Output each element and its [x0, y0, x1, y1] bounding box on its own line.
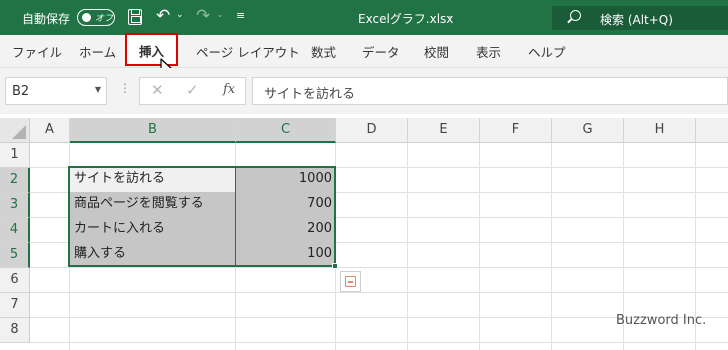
redo-icon[interactable]: ↷ — [196, 6, 210, 26]
save-icon[interactable] — [128, 9, 142, 25]
formula-bar-resize-icon[interactable]: ⋮ — [119, 81, 131, 95]
column-header-f[interactable]: F — [480, 118, 552, 143]
column-header-b[interactable]: B — [70, 118, 236, 143]
tab-page-layout[interactable]: ページ レイアウト — [196, 42, 300, 61]
row-header-7[interactable]: 7 — [0, 293, 30, 318]
toggle-knob — [82, 13, 91, 22]
column-header-e[interactable]: E — [408, 118, 480, 143]
formula-bar: B2 ▼ ⋮ ✕ ✓ fx サイトを訪れる — [0, 68, 728, 114]
tab-file[interactable]: ファイル — [12, 42, 62, 61]
cancel-icon[interactable]: ✕ — [151, 81, 164, 99]
row-header-8[interactable]: 8 — [0, 318, 30, 343]
selection-divider — [235, 166, 236, 267]
file-title-dropdown-icon[interactable]: ⌄ — [445, 11, 453, 21]
autosave-state: オフ — [95, 14, 114, 24]
quick-analysis-icon — [345, 276, 356, 287]
redo-dropdown-icon[interactable]: ⌄ — [216, 10, 224, 20]
row-header-3[interactable]: 3 — [0, 193, 30, 218]
cell-b2[interactable]: サイトを訪れる — [70, 167, 236, 192]
quick-analysis-button[interactable] — [340, 271, 361, 292]
gridline — [479, 143, 480, 350]
gridline — [407, 143, 408, 350]
row-header-1[interactable]: 1 — [0, 143, 30, 168]
undo-dropdown-icon[interactable]: ⌄ — [176, 10, 184, 20]
row-header-5[interactable]: 5 — [0, 243, 30, 268]
formula-buttons: ✕ ✓ fx — [139, 77, 246, 105]
row-header-4[interactable]: 4 — [0, 218, 30, 243]
cell-c4[interactable]: 200 — [236, 217, 336, 242]
formula-value: サイトを訪れる — [264, 87, 356, 102]
autosave-toggle[interactable]: オフ — [77, 9, 115, 26]
search-label: 検索 (Alt+Q) — [600, 13, 673, 27]
tab-help[interactable]: ヘルプ — [528, 42, 566, 61]
cell-b5[interactable]: 購入する — [70, 242, 236, 267]
name-box[interactable]: B2 ▼ — [5, 77, 107, 105]
ribbon-tabs: ファイル ホーム 挿入 ページ レイアウト 数式 データ 校閲 表示 ヘルプ — [0, 33, 728, 68]
column-header-c[interactable]: C — [236, 118, 336, 143]
select-all-corner[interactable] — [0, 118, 30, 143]
cell-b3[interactable]: 商品ページを閲覧する — [70, 192, 236, 217]
cell-b4[interactable]: カートに入れる — [70, 217, 236, 242]
watermark: Buzzword Inc. — [616, 313, 707, 328]
column-header-g[interactable]: G — [552, 118, 624, 143]
column-header-a[interactable]: A — [30, 118, 70, 143]
row-header-6[interactable]: 6 — [0, 268, 30, 293]
row-header-2[interactable]: 2 — [0, 168, 30, 193]
tab-home[interactable]: ホーム — [79, 42, 116, 61]
customize-toolbar-icon[interactable]: ≡ — [236, 9, 245, 22]
gridline — [551, 143, 552, 350]
cell-c2[interactable]: 1000 — [236, 167, 336, 192]
insert-function-icon[interactable]: fx — [223, 82, 235, 97]
tab-formulas[interactable]: 数式 — [311, 42, 336, 61]
name-box-dropdown-icon[interactable]: ▼ — [95, 85, 101, 94]
tab-view[interactable]: 表示 — [476, 42, 501, 61]
enter-icon[interactable]: ✓ — [186, 81, 199, 99]
cell-c5[interactable]: 100 — [236, 242, 336, 267]
search-box[interactable]: 検索 (Alt+Q) — [552, 6, 728, 30]
formula-input[interactable]: サイトを訪れる — [252, 77, 728, 105]
title-bar: 自動保存 オフ ↶ ⌄ ↷ ⌄ ≡ Excelグラフ.xlsx ⌄ 検索 (Al… — [0, 0, 728, 35]
tab-data[interactable]: データ — [362, 42, 400, 61]
column-header-h[interactable]: H — [624, 118, 696, 143]
file-title[interactable]: Excelグラフ.xlsx — [358, 10, 453, 27]
name-box-value: B2 — [12, 84, 30, 99]
fill-handle[interactable] — [332, 263, 338, 269]
undo-icon[interactable]: ↶ — [156, 6, 170, 26]
search-icon — [570, 10, 581, 21]
autosave-label: 自動保存 — [22, 12, 71, 26]
column-header-overflow — [696, 118, 728, 143]
cell-c3[interactable]: 700 — [236, 192, 336, 217]
tab-review[interactable]: 校閲 — [424, 42, 449, 61]
column-header-d[interactable]: D — [336, 118, 408, 143]
